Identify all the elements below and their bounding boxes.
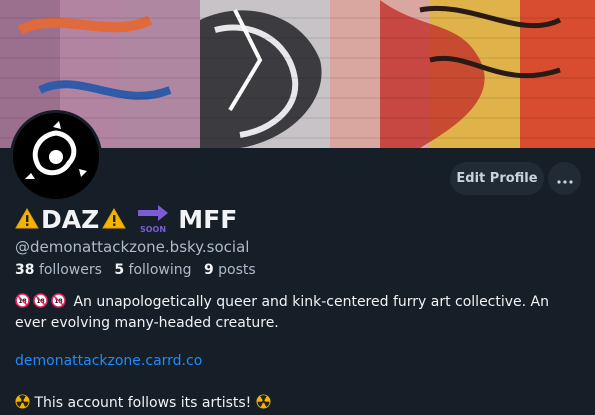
posts-label: posts — [218, 262, 256, 278]
posts-count: 9 — [203, 262, 214, 278]
radioactive-icon — [15, 394, 30, 409]
warning-icon — [102, 207, 127, 231]
edit-profile-label: Edit Profile — [456, 171, 538, 186]
profile-website-link[interactable]: demonattackzone.carrd.co — [15, 353, 202, 369]
radioactive-icon — [256, 394, 271, 409]
no-under-18-icon: 18 — [15, 293, 30, 308]
follows-note-text: This account follows its artists! — [34, 395, 252, 411]
display-name: DAZ SOON MFF — [15, 202, 237, 236]
following-label: following — [128, 262, 192, 278]
profile-handle: @demonattackzone.bsky.social — [15, 238, 250, 256]
follows-note: This account follows its artists! — [15, 394, 271, 411]
display-name-suffix: MFF — [178, 204, 238, 234]
profile-stats: 38 followers 5 following 9 posts — [15, 262, 256, 278]
display-name-main: DAZ — [41, 204, 100, 234]
warning-icon — [15, 207, 39, 231]
profile-bio: 181818 An unapologetically queer and kin… — [15, 292, 585, 334]
more-horizontal-icon — [556, 169, 573, 188]
soon-arrow-icon: SOON — [136, 204, 170, 234]
avatar[interactable] — [10, 110, 102, 202]
followers-label: followers — [38, 262, 102, 278]
following-count: 5 — [114, 262, 125, 278]
bio-line: 181818 An unapologetically queer and kin… — [15, 292, 585, 313]
no-under-18-icon: 18 — [51, 293, 66, 308]
edit-profile-button[interactable]: Edit Profile — [450, 162, 544, 195]
more-options-button[interactable] — [548, 162, 581, 195]
followers-count: 38 — [15, 262, 35, 278]
posts-stat: 9 posts — [204, 262, 256, 278]
following-link[interactable]: 5 following — [114, 262, 191, 278]
no-under-18-icon: 18 — [33, 293, 48, 308]
bio-text-line-2: ever evolving many-headed creature. — [15, 315, 279, 331]
bio-text-line-1: An unapologetically queer and kink-cente… — [73, 294, 550, 310]
followers-link[interactable]: 38 followers — [15, 262, 102, 278]
avatar-image — [13, 113, 99, 199]
soon-label: SOON — [140, 225, 166, 234]
